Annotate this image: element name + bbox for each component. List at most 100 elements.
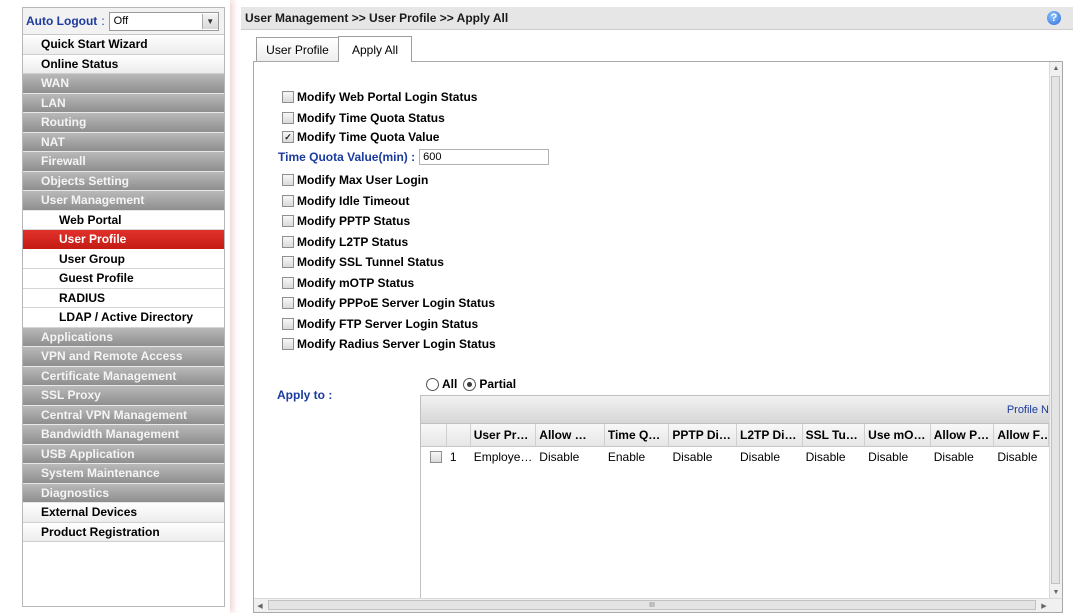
- grid-column-header[interactable]: Allow …: [536, 424, 605, 446]
- sidebar-item-wan[interactable]: WAN: [23, 74, 224, 94]
- checkbox[interactable]: [282, 318, 294, 330]
- sidebar-menu: Auto Logout : Off ▼ Quick Start Wizard On…: [22, 7, 225, 607]
- sidebar-item-bandwidth-management[interactable]: Bandwidth Management: [23, 425, 224, 445]
- grid-column-header[interactable]: Time Q…: [605, 424, 670, 446]
- checkbox[interactable]: [282, 112, 294, 124]
- sidebar-item-external-devices[interactable]: External Devices: [23, 503, 224, 523]
- checkbox[interactable]: [282, 256, 294, 268]
- option-label: Modify Time Quota Value: [297, 130, 440, 144]
- time-quota-input[interactable]: 600: [419, 149, 550, 165]
- sidebar-item-lan[interactable]: LAN: [23, 93, 224, 113]
- radio-partial[interactable]: Partial: [463, 377, 516, 391]
- scroll-down-icon[interactable]: ▼: [1050, 586, 1062, 598]
- grid-column-header[interactable]: [447, 424, 471, 446]
- option-row[interactable]: Modify Radius Server Login Status: [282, 335, 496, 353]
- option-row[interactable]: ✓ Modify Time Quota Value: [282, 128, 439, 146]
- scroll-left-icon[interactable]: ◀: [254, 599, 266, 612]
- table-cell: Disable: [868, 450, 909, 464]
- table-cell: Enable: [607, 450, 646, 464]
- option-row[interactable]: Modify PPPoE Server Login Status: [282, 294, 495, 312]
- row-select-cell[interactable]: [421, 447, 447, 467]
- sidebar-item-online-status[interactable]: Online Status: [23, 54, 224, 74]
- sidebar-item-user-group[interactable]: User Group: [23, 249, 224, 269]
- sidebar-item-diagnostics[interactable]: Diagnostics: [23, 483, 224, 503]
- grid-column-header[interactable]: SSL Tu…: [803, 424, 866, 446]
- content-panel: Modify Web Portal Login Status Modify Tim…: [253, 61, 1063, 613]
- sidebar-item-applications[interactable]: Applications: [23, 327, 224, 347]
- grid-column-headers: User Pr… Allow … Time Q… PPTP Di… L2TP Di… SS…: [421, 424, 1049, 447]
- breadcrumb: User Management >> User Profile >> Apply…: [245, 11, 509, 25]
- sidebar-item-user-profile[interactable]: User Profile: [23, 230, 224, 250]
- horizontal-scroll-thumb[interactable]: III: [268, 600, 1036, 610]
- grid-column-header[interactable]: Allow P…: [931, 424, 995, 446]
- sidebar-item-routing[interactable]: Routing: [23, 113, 224, 133]
- checkbox-checked[interactable]: ✓: [282, 131, 294, 143]
- grid-column-header[interactable]: User Pr…: [471, 424, 537, 446]
- sidebar-item-central-vpn-management[interactable]: Central VPN Management: [23, 405, 224, 425]
- sidebar-item-product-registration[interactable]: Product Registration: [23, 522, 224, 542]
- checkbox[interactable]: [282, 215, 294, 227]
- grid-column-header[interactable]: Allow F…: [994, 424, 1049, 446]
- checkbox[interactable]: [282, 236, 294, 248]
- option-row[interactable]: Modify Max User Login: [282, 171, 428, 189]
- scroll-up-icon[interactable]: ▲: [1050, 62, 1062, 74]
- option-row[interactable]: Modify FTP Server Login Status: [282, 315, 478, 333]
- chevron-down-icon[interactable]: ▼: [201, 13, 218, 29]
- checkbox[interactable]: [282, 297, 294, 309]
- option-row[interactable]: Modify SSL Tunnel Status: [282, 253, 444, 271]
- tab-apply-all[interactable]: Apply All: [338, 36, 412, 62]
- apply-to-label: Apply to :: [277, 388, 333, 402]
- row-checkbox[interactable]: [430, 451, 442, 463]
- sidebar-item-certificate-management[interactable]: Certificate Management: [23, 366, 224, 386]
- checkbox[interactable]: [282, 174, 294, 186]
- checkbox[interactable]: [282, 338, 294, 350]
- sidebar-item-vpn-and-remote-access[interactable]: VPN and Remote Access: [23, 347, 224, 367]
- sidebar-item-ssl-proxy[interactable]: SSL Proxy: [23, 386, 224, 406]
- vertical-scrollbar[interactable]: ▲ ▼: [1049, 62, 1062, 598]
- sidebar-item-user-management[interactable]: User Management: [23, 191, 224, 211]
- sidebar-item-system-maintenance[interactable]: System Maintenance: [23, 464, 224, 484]
- sidebar-item-objects-setting[interactable]: Objects Setting: [23, 171, 224, 191]
- time-quota-row: Time Quota Value(min) : 600: [278, 149, 550, 165]
- option-row[interactable]: Modify L2TP Status: [282, 233, 408, 251]
- tab-user-profile[interactable]: User Profile: [256, 37, 339, 61]
- sidebar-item-quick-start-wizard[interactable]: Quick Start Wizard: [23, 35, 224, 55]
- auto-logout-row: Auto Logout : Off ▼: [23, 8, 224, 35]
- option-label: Modify Web Portal Login Status: [297, 90, 478, 104]
- sidebar-item-ldap-active-directory[interactable]: LDAP / Active Directory: [23, 308, 224, 328]
- grid-column-header[interactable]: [421, 424, 447, 446]
- sidebar-item-guest-profile[interactable]: Guest Profile: [23, 269, 224, 289]
- grid-column-header[interactable]: PPTP Di…: [669, 424, 737, 446]
- vertical-scroll-thumb[interactable]: [1051, 76, 1060, 584]
- sidebar-item-radius[interactable]: RADIUS: [23, 288, 224, 308]
- option-row[interactable]: Modify Web Portal Login Status: [282, 88, 477, 106]
- radio-partial-button[interactable]: [463, 377, 477, 391]
- option-label: Modify Time Quota Status: [297, 111, 445, 125]
- option-row[interactable]: Modify PPTP Status: [282, 212, 410, 230]
- help-icon[interactable]: ?: [1047, 11, 1061, 25]
- auto-logout-select[interactable]: Off ▼: [108, 11, 219, 31]
- radio-all-label: All: [442, 377, 458, 391]
- checkbox[interactable]: [282, 195, 294, 207]
- scroll-right-icon[interactable]: ▶: [1038, 599, 1050, 612]
- radio-all[interactable]: All: [426, 377, 457, 391]
- sidebar-item-firewall[interactable]: Firewall: [23, 152, 224, 172]
- sidebar-item-usb-application[interactable]: USB Application: [23, 444, 224, 464]
- grid-column-header[interactable]: Use mO…: [865, 424, 931, 446]
- table-cell: Disable: [805, 450, 846, 464]
- grid-column-header[interactable]: L2TP Di…: [737, 424, 803, 446]
- sidebar-item-web-portal[interactable]: Web Portal: [23, 210, 224, 230]
- sidebar-item-nat[interactable]: NAT: [23, 132, 224, 152]
- option-label: Modify PPPoE Server Login Status: [297, 296, 496, 310]
- radio-all-button[interactable]: [426, 377, 439, 391]
- option-row[interactable]: Modify Idle Timeout: [282, 192, 409, 210]
- checkbox[interactable]: [282, 91, 294, 103]
- option-row[interactable]: Modify Time Quota Status: [282, 109, 445, 127]
- radio-partial-label: Partial: [479, 377, 517, 391]
- time-quota-label: Time Quota Value(min) :: [278, 150, 416, 164]
- profile-grid: Profile N User Pr… Allow … Time Q… PPTP Di……: [420, 395, 1050, 601]
- option-row[interactable]: Modify mOTP Status: [282, 274, 414, 292]
- table-row[interactable]: 1 Employe… Disable Enable Disable Disable Disa…: [421, 447, 1049, 467]
- checkbox[interactable]: [282, 277, 294, 289]
- horizontal-scrollbar[interactable]: ◀ III ▶: [254, 598, 1062, 612]
